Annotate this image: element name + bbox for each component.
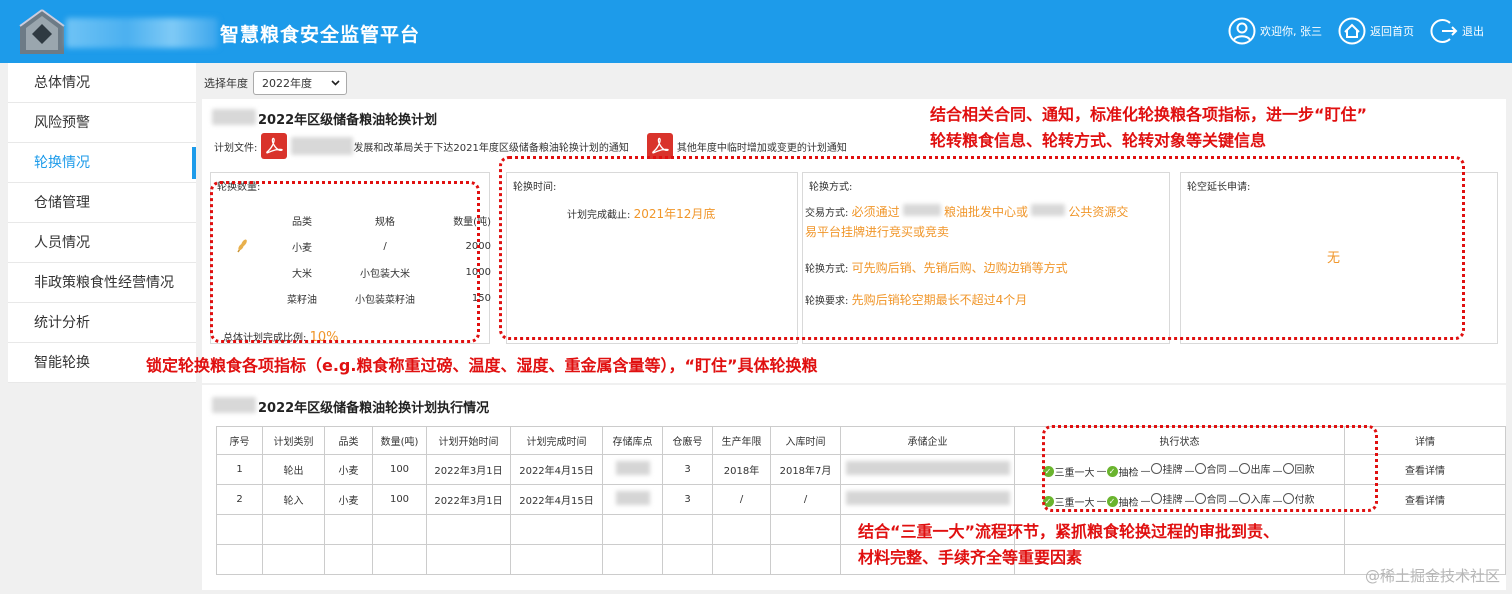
plan-file-link-2[interactable]: 其他年度中临时增加或变更的计划通知: [677, 139, 847, 154]
logout-button[interactable]: 退出: [1430, 15, 1484, 47]
cell-no: 2: [216, 484, 263, 515]
year-select[interactable]: 2022年度: [253, 71, 347, 95]
year-filter-label: 选择年度: [204, 77, 248, 90]
chevron-down-icon: [331, 80, 340, 86]
cell-cat: 小麦: [324, 484, 373, 515]
pdf-icon[interactable]: [261, 133, 288, 159]
col-header: 入库时间: [770, 426, 841, 455]
sidebar-item-risk-warning[interactable]: 风险预警: [8, 103, 196, 143]
user-welcome[interactable]: 欢迎你, 张三: [1228, 15, 1322, 47]
col-header: 仓廒号: [662, 426, 713, 455]
home-label: 返回首页: [1370, 25, 1414, 38]
logo-icon: [19, 9, 65, 54]
blurred-org-name: [66, 18, 218, 48]
exec-title: 2022年区级储备粮油轮换计划执行情况: [258, 401, 490, 416]
watermark: @稀土掘金技术社区: [1364, 567, 1500, 585]
cell-year: /: [712, 484, 771, 515]
blurred-region: [845, 491, 1010, 505]
col-header: 存储库点: [602, 426, 663, 455]
annotation-bottom-2: 材料完整、手续齐全等重要因素: [858, 548, 1083, 567]
blurred-region: [212, 109, 256, 125]
sidebar-item-storage[interactable]: 仓储管理: [8, 183, 196, 223]
plan-title: 2022年区级储备粮油轮换计划: [258, 113, 438, 128]
annotation-top-1: 结合相关合同、通知，标准化轮换粮各项指标，进一步“盯住”: [930, 105, 1368, 124]
annotation-box-status: [1042, 425, 1378, 512]
sidebar-item-statistics[interactable]: 统计分析: [8, 303, 196, 343]
year-select-value: 2022年度: [262, 77, 312, 90]
annotation-middle: 锁定轮换粮食各项指标（e.g.粮食称重过磅、温度、湿度、重金属含量等），“盯住”…: [146, 356, 818, 375]
year-filter: 选择年度 2022年度: [204, 71, 347, 95]
sidebar-item-overview[interactable]: 总体情况: [8, 63, 196, 103]
plan-file-link-1[interactable]: 发展和改革局关于下达2021年度区级储备粮油轮换计划的通知: [353, 139, 628, 154]
annotation-top-2: 轮转粮食信息、轮转方式、轮转对象等关键信息: [930, 131, 1267, 150]
cell-depot: [602, 454, 663, 485]
blurred-region: [615, 491, 650, 505]
sidebar-item-personnel[interactable]: 人员情况: [8, 223, 196, 263]
cell-type: 轮入: [262, 484, 325, 515]
sidebar-item-rotation[interactable]: 轮换情况: [8, 143, 196, 183]
col-header: 计划类别: [262, 426, 325, 455]
cell-in: /: [770, 484, 841, 515]
cell-no: 1: [216, 454, 263, 485]
col-header: 品类: [324, 426, 373, 455]
home-button[interactable]: 返回首页: [1338, 15, 1414, 47]
sidebar: 总体情况 风险预警 轮换情况 仓储管理 人员情况 非政策粮食性经营情况 统计分析…: [8, 63, 196, 383]
blurred-region: [212, 397, 256, 413]
cell-type: 轮出: [262, 454, 325, 485]
col-header: 生产年限: [712, 426, 771, 455]
cell-qty: 100: [372, 454, 427, 485]
col-header: 数量(吨): [372, 426, 427, 455]
cell-depot: [602, 484, 663, 515]
logout-icon: [1430, 19, 1458, 43]
cell-year: 2018年: [712, 454, 771, 485]
cell-cat: 小麦: [324, 454, 373, 485]
annotation-box-method: [499, 156, 1465, 340]
col-header: 承储企业: [840, 426, 1015, 455]
blurred-region: [615, 461, 650, 475]
home-icon: [1338, 17, 1366, 45]
col-header: 计划开始时间: [426, 426, 511, 455]
annotation-bottom-1: 结合“三重一大”流程环节，紧抓粮食轮换过程的审批到责、: [858, 522, 1280, 541]
logout-label: 退出: [1462, 25, 1484, 38]
cell-bin: 3: [662, 484, 713, 515]
welcome-text: 欢迎你, 张三: [1260, 25, 1322, 38]
user-icon: [1228, 17, 1256, 45]
cell-company: [840, 454, 1015, 485]
cell-end: 2022年4月15日: [510, 454, 603, 485]
annotation-box-quantity: [210, 181, 480, 343]
sidebar-item-non-policy[interactable]: 非政策粮食性经营情况: [8, 263, 196, 303]
cell-bin: 3: [662, 454, 713, 485]
app-title: 智慧粮食安全监管平台: [220, 24, 421, 46]
col-header: 序号: [216, 426, 263, 455]
cell-start: 2022年3月1日: [426, 454, 511, 485]
blurred-region: [845, 461, 1010, 475]
cell-start: 2022年3月1日: [426, 484, 511, 515]
cell-qty: 100: [372, 484, 427, 515]
cell-company: [840, 484, 1015, 515]
plan-files-label: 计划文件:: [214, 142, 258, 154]
blurred-region: [291, 137, 354, 155]
col-header: 计划完成时间: [510, 426, 603, 455]
top-header: 智慧粮食安全监管平台 欢迎你, 张三 返回首页 退出: [0, 0, 1512, 63]
cell-end: 2022年4月15日: [510, 484, 603, 515]
cell-in: 2018年7月: [770, 454, 841, 485]
